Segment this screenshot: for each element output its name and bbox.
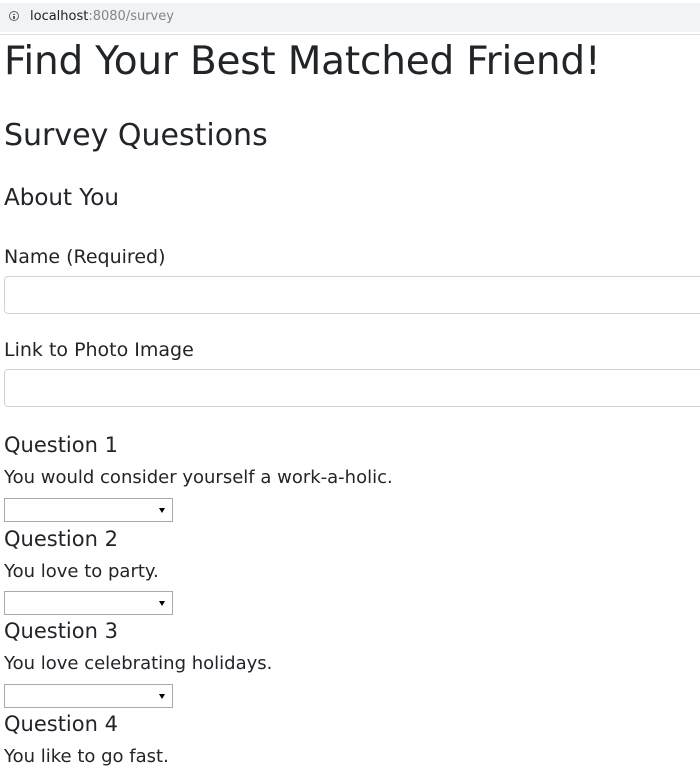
url-host: localhost [30,9,89,24]
question-2-select[interactable] [4,591,173,615]
question-1-select[interactable] [4,498,173,522]
survey-heading: Survey Questions [4,118,268,153]
name-label: Name (Required) [4,246,166,268]
url-path: :8080/survey [88,9,174,24]
name-field[interactable] [4,276,700,314]
dropdown-arrow-icon [159,508,165,513]
photo-link-field[interactable] [4,369,700,407]
question-4-text: You like to go fast. [4,746,169,767]
photo-link-label: Link to Photo Image [4,339,194,361]
question-1-title: Question 1 [4,433,118,457]
question-2-text: You love to party. [4,561,159,582]
info-icon[interactable] [9,11,19,21]
url-text[interactable]: localhost:8080/survey [30,9,174,24]
dropdown-arrow-icon [159,601,165,606]
about-you-heading: About You [4,185,119,211]
question-3-text: You love celebrating holidays. [4,653,273,674]
address-bar-divider [0,34,700,35]
question-4-title: Question 4 [4,712,118,736]
page-title: Find Your Best Matched Friend! [4,39,601,84]
question-3-select[interactable] [4,684,173,708]
question-2-title: Question 2 [4,527,118,551]
question-1-text: You would consider yourself a work-a-hol… [4,467,393,488]
dropdown-arrow-icon [159,694,165,699]
question-3-title: Question 3 [4,619,118,643]
browser-address-bar: localhost:8080/survey [0,0,700,34]
